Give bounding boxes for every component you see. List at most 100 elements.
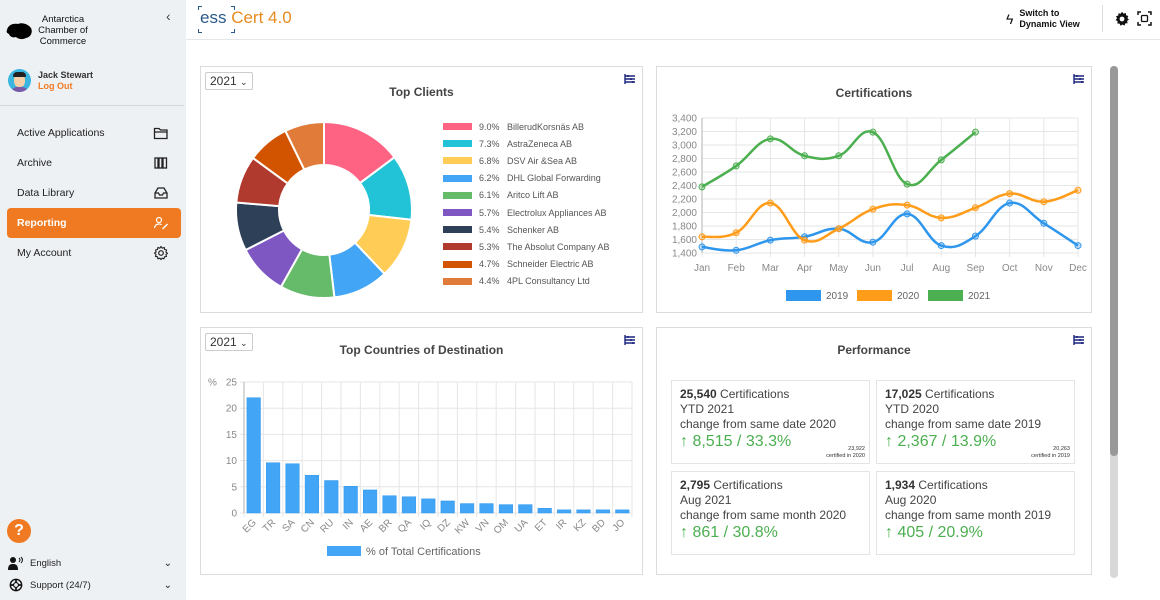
bar[interactable]: [401, 496, 416, 514]
data-point-2019[interactable]: [766, 236, 774, 244]
switch-view-button[interactable]: ϟ Switch to Dynamic View: [1006, 8, 1080, 30]
data-point-2021[interactable]: [766, 135, 774, 143]
data-point-2019[interactable]: [1006, 199, 1014, 207]
chart-menu-icon[interactable]: [624, 73, 636, 85]
bar[interactable]: [557, 509, 572, 514]
data-point-2020[interactable]: [903, 201, 911, 209]
data-point-2021[interactable]: [937, 156, 945, 164]
bar[interactable]: [537, 508, 552, 514]
logout-link[interactable]: Log Out: [38, 81, 93, 92]
legend-swatch: [443, 191, 472, 199]
bar[interactable]: [343, 486, 358, 514]
bar[interactable]: [440, 500, 455, 514]
legend-item[interactable]: % of Total Certifications: [327, 546, 481, 558]
bar[interactable]: [304, 475, 319, 514]
kpi-unit: Certifications: [918, 478, 988, 492]
gear-icon: [153, 245, 169, 261]
bar[interactable]: [246, 397, 261, 514]
kpi-foot-value: 23,922: [848, 446, 865, 452]
legend-item[interactable]: 5.4% Schenker AB: [443, 221, 610, 238]
legend-item[interactable]: 9.0% BillerudKorsnäs AB: [443, 118, 610, 135]
legend-pct: 4.4%: [479, 276, 500, 287]
chart-menu-icon[interactable]: [1073, 334, 1085, 346]
legend-item[interactable]: 2020: [857, 290, 920, 302]
sidebar-item-archive[interactable]: Archive: [7, 148, 181, 178]
bar[interactable]: [479, 503, 494, 514]
bar[interactable]: [460, 503, 475, 514]
data-point-2020[interactable]: [835, 225, 843, 233]
data-point-2020[interactable]: [1006, 190, 1014, 198]
bar[interactable]: [576, 509, 591, 514]
bar[interactable]: [615, 509, 630, 514]
fullscreen-icon[interactable]: [1137, 11, 1152, 26]
scrollbar-thumb[interactable]: [1110, 66, 1118, 456]
legend-swatch: [443, 140, 472, 148]
help-button[interactable]: ?: [7, 519, 31, 543]
x-tick-label: BD: [590, 517, 608, 535]
data-point-2021[interactable]: [835, 152, 843, 160]
data-point-2021[interactable]: [732, 162, 740, 170]
legend-item[interactable]: 5.7% Electrolux Appliances AB: [443, 204, 610, 221]
bar[interactable]: [421, 498, 436, 514]
data-point-2020[interactable]: [1074, 186, 1082, 194]
bar[interactable]: [382, 495, 397, 514]
sidebar-item-reporting[interactable]: Reporting: [7, 208, 181, 238]
legend-item[interactable]: 4.4% 4PL Consultancy Ltd: [443, 273, 610, 290]
legend-item[interactable]: 2021: [928, 290, 991, 302]
x-tick-label: IR: [554, 517, 569, 532]
legend-item[interactable]: 2019: [786, 290, 849, 302]
bar[interactable]: [498, 504, 513, 514]
support-selector[interactable]: Support (24/7) ⌄: [8, 578, 176, 592]
legend-item[interactable]: 6.8% DSV Air &Sea AB: [443, 152, 610, 169]
legend-item[interactable]: 4.7% Schneider Electric AB: [443, 256, 610, 273]
language-selector[interactable]: English ⌄: [8, 556, 176, 570]
data-point-2021[interactable]: [869, 128, 877, 136]
data-point-2019[interactable]: [1040, 219, 1048, 227]
data-point-2019[interactable]: [903, 210, 911, 218]
sidebar-item-active-applications[interactable]: Active Applications: [7, 118, 181, 148]
sidebar-item-my-account[interactable]: My Account: [7, 238, 181, 268]
data-point-2020[interactable]: [766, 199, 774, 207]
settings-gear-icon[interactable]: [1114, 11, 1130, 27]
x-tick-label: SA: [280, 517, 297, 534]
data-point-2019[interactable]: [869, 238, 877, 246]
data-point-2019[interactable]: [937, 242, 945, 250]
certifications-line-chart: 3,400 3,200 3,000 2,800 2,600 2,400 2,200 2,000…: [672, 114, 1087, 303]
bar[interactable]: [595, 509, 610, 514]
data-point-2021[interactable]: [903, 180, 911, 188]
lifebuoy-icon: [9, 578, 23, 592]
data-point-2019[interactable]: [971, 232, 979, 240]
support-label: Support (24/7): [30, 579, 91, 591]
kpi-count: 2,795: [680, 478, 711, 492]
data-point-2020[interactable]: [971, 204, 979, 212]
legend-item[interactable]: 6.1% Aritco Lift AB: [443, 187, 610, 204]
y-tick-label: 2,000: [672, 208, 697, 219]
data-point-2021[interactable]: [698, 183, 706, 191]
bar[interactable]: [363, 489, 378, 514]
x-tick-label: JO: [611, 517, 628, 534]
data-point-2020[interactable]: [801, 236, 809, 244]
legend-item[interactable]: 7.3% AstraZeneca AB: [443, 135, 610, 152]
bar[interactable]: [266, 462, 281, 514]
bar[interactable]: [324, 480, 339, 514]
data-point-2020[interactable]: [698, 233, 706, 241]
sidebar-item-data-library[interactable]: Data Library: [7, 178, 181, 208]
data-point-2020[interactable]: [937, 214, 945, 222]
legend-item[interactable]: 5.3% The Absolut Company AB: [443, 238, 610, 255]
bar[interactable]: [518, 504, 533, 514]
data-point-2019[interactable]: [732, 246, 740, 254]
legend-item[interactable]: 6.2% DHL Global Forwarding: [443, 170, 610, 187]
data-point-2019[interactable]: [1074, 242, 1082, 250]
legend-swatch: [786, 290, 821, 301]
bar[interactable]: [285, 463, 300, 514]
data-point-2021[interactable]: [801, 152, 809, 160]
data-point-2020[interactable]: [1040, 198, 1048, 206]
lightning-icon: ϟ: [1006, 11, 1014, 27]
data-point-2019[interactable]: [698, 243, 706, 251]
data-point-2020[interactable]: [732, 229, 740, 237]
kpi-change: ↑ 405 / 20.9%: [885, 524, 983, 541]
brand-logo[interactable]: ess Cert 4.0: [198, 6, 292, 33]
data-point-2021[interactable]: [971, 128, 979, 136]
collapse-sidebar-icon[interactable]: ‹: [166, 8, 171, 24]
data-point-2020[interactable]: [869, 205, 877, 213]
